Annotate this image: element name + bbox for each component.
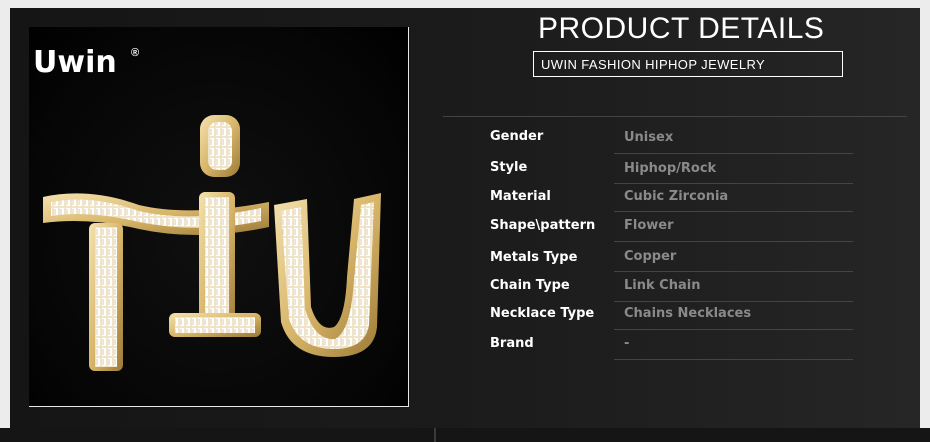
spec-label-brand: Brand — [490, 336, 534, 351]
spec-value-gender: Unisex — [624, 130, 674, 145]
subtitle-box: UWIN FASHION HIPHOP JEWELRY — [533, 51, 843, 77]
spec-label-style: Style — [490, 160, 528, 175]
spec-value-necklace-type: Chains Necklaces — [624, 306, 752, 321]
spec-divider — [614, 359, 853, 360]
pendant-image — [43, 115, 381, 371]
spec-divider — [614, 329, 853, 330]
spec-value-metals-type: Copper — [624, 249, 677, 264]
spec-label-gender: Gender — [490, 129, 544, 144]
spec-label-chain-type: Chain Type — [490, 278, 570, 293]
bottom-strip — [0, 428, 930, 442]
spec-divider — [614, 301, 853, 302]
section-divider — [443, 116, 907, 117]
spec-divider — [614, 241, 853, 242]
spec-label-shape: Shape\pattern — [490, 218, 596, 233]
spec-value-style: Hiphop/Rock — [624, 161, 717, 176]
spec-divider — [614, 211, 853, 212]
product-photo: Uwin ® — [29, 27, 409, 407]
spec-value-brand: - — [624, 336, 630, 351]
spec-value-shape: Flower — [624, 218, 674, 233]
spec-divider — [614, 271, 853, 272]
spec-divider — [614, 183, 853, 184]
bottom-divider — [434, 428, 436, 442]
spec-label-metals-type: Metals Type — [490, 250, 578, 265]
letter-t — [43, 193, 269, 371]
page-title: PRODUCT DETAILS — [538, 12, 825, 45]
spec-value-material: Cubic Zirconia — [624, 189, 729, 204]
spec-divider — [614, 153, 853, 154]
spec-label-necklace-type: Necklace Type — [490, 306, 595, 321]
spec-label-material: Material — [490, 189, 551, 204]
letter-u — [274, 193, 381, 357]
spec-value-chain-type: Link Chain — [624, 278, 701, 293]
